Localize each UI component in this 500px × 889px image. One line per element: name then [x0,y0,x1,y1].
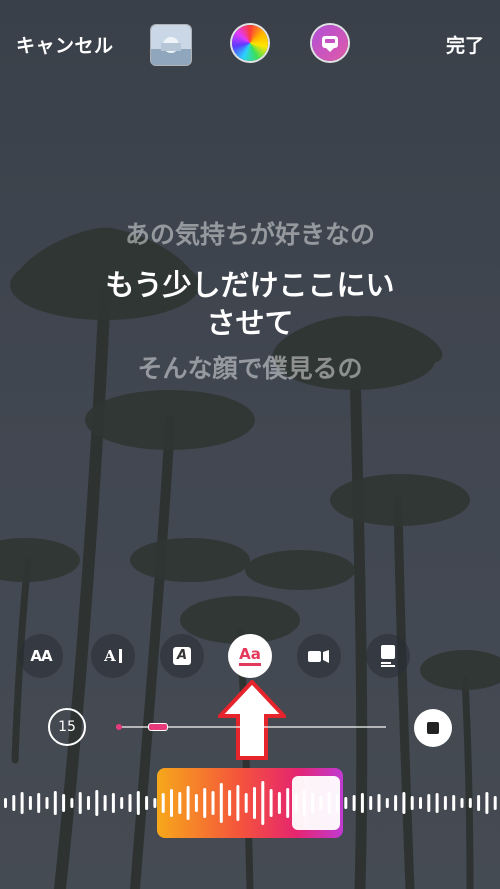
waveform-bar [360,793,364,813]
album-thumbnail-icon[interactable] [150,24,192,66]
waveform-bar [253,787,256,819]
waveform-bar [111,793,115,813]
stop-icon [427,722,439,734]
waveform-bar [53,791,57,815]
waveform-bar [45,797,49,809]
done-button[interactable]: 完了 [446,31,484,58]
text-style-row: AA A A Aa [0,634,500,678]
waveform-bar [460,798,464,808]
text-style-underline-label: Aa [239,646,261,666]
waveform-bar [468,798,472,808]
duration-button[interactable]: 15 [48,708,86,746]
waveform-bar [20,792,24,814]
top-bar: キャンセル 完了 [0,0,500,90]
waveform-bar [244,793,248,813]
lyric-current-line1: もう少しだけここにい [105,268,395,302]
waveform-bar [277,792,281,814]
cancel-button[interactable]: キャンセル [16,31,114,58]
waveform-bar [136,791,140,815]
waveform-bar [37,793,41,813]
waveform-bar [477,795,481,811]
text-style-album-small[interactable] [297,634,341,678]
waveform-bar [170,789,173,817]
waveform-bar [95,790,99,816]
waveform-bar [161,793,165,813]
waveform-bar [402,792,406,814]
text-style-typewriter-label: A [104,647,116,665]
waveform-bar [352,795,356,811]
waveform-bar [385,798,389,808]
waveform-bar [443,796,447,810]
waveform-bar [87,796,90,810]
lyric-previous: あの気持ちが好きなの [124,220,375,249]
waveform-bar [369,796,373,810]
waveform-bar [410,796,414,810]
waveform-bar [485,792,489,814]
waveform-bar [493,796,497,810]
text-style-typewriter[interactable]: A [91,634,135,678]
waveform-bar [103,795,107,811]
waveform-bar [4,798,7,808]
waveform-bar [70,798,74,808]
text-style-box[interactable]: A [160,634,204,678]
waveform-bar [269,789,273,817]
text-style-lyrics[interactable]: AA [19,634,63,678]
waveform-bar [28,796,32,810]
waveform-bar [194,794,198,812]
waveform-bar [186,786,190,820]
annotation-arrow-icon [218,680,286,760]
waveform-bar [452,795,456,811]
waveform-bar [120,797,124,809]
waveform-bar [219,783,223,823]
waveform-bar [211,791,215,815]
lyric-next: そんな顔で僕見るの [137,354,363,383]
waveform-bar [128,794,132,812]
waveform-bar [394,795,398,811]
text-style-underline[interactable]: Aa [228,634,272,678]
progress-marker-start [116,724,122,730]
waveform-bar [377,794,381,812]
waveform-bar [78,792,82,814]
waveform-bar [261,781,265,825]
waveform-bar [286,788,290,818]
waveform-bar [203,788,207,818]
waveform-bar [145,796,149,810]
waveform-bar [344,797,348,809]
waveform-bar [427,794,431,812]
waveform-bar [62,794,66,812]
album-small-icon [308,650,329,663]
waveform-bar [153,798,157,808]
progress-marker-current[interactable] [148,723,168,731]
waveform-bar [236,785,240,821]
waveform-bar [228,790,232,816]
waveform-bar [419,797,422,809]
waveform-bar [435,793,439,813]
album-large-icon [381,645,395,667]
waveform-bar [12,795,16,811]
text-style-box-label: A [172,647,192,665]
waveform-bar [178,792,182,814]
text-style-album-large[interactable] [366,634,410,678]
audio-waveform[interactable] [0,770,500,836]
duration-label: 15 [58,719,76,735]
text-style-lyrics-label: AA [30,647,52,665]
cursor-bar-icon [118,649,122,663]
music-sticker-icon[interactable] [312,25,348,61]
color-wheel-icon[interactable] [232,25,268,61]
lyric-current-line2: させて [206,306,294,340]
lyrics-display: あの気持ちが好きなの もう少しだけここにい させて そんな顔で僕見るの [0,210,500,394]
stop-button[interactable] [414,709,452,747]
